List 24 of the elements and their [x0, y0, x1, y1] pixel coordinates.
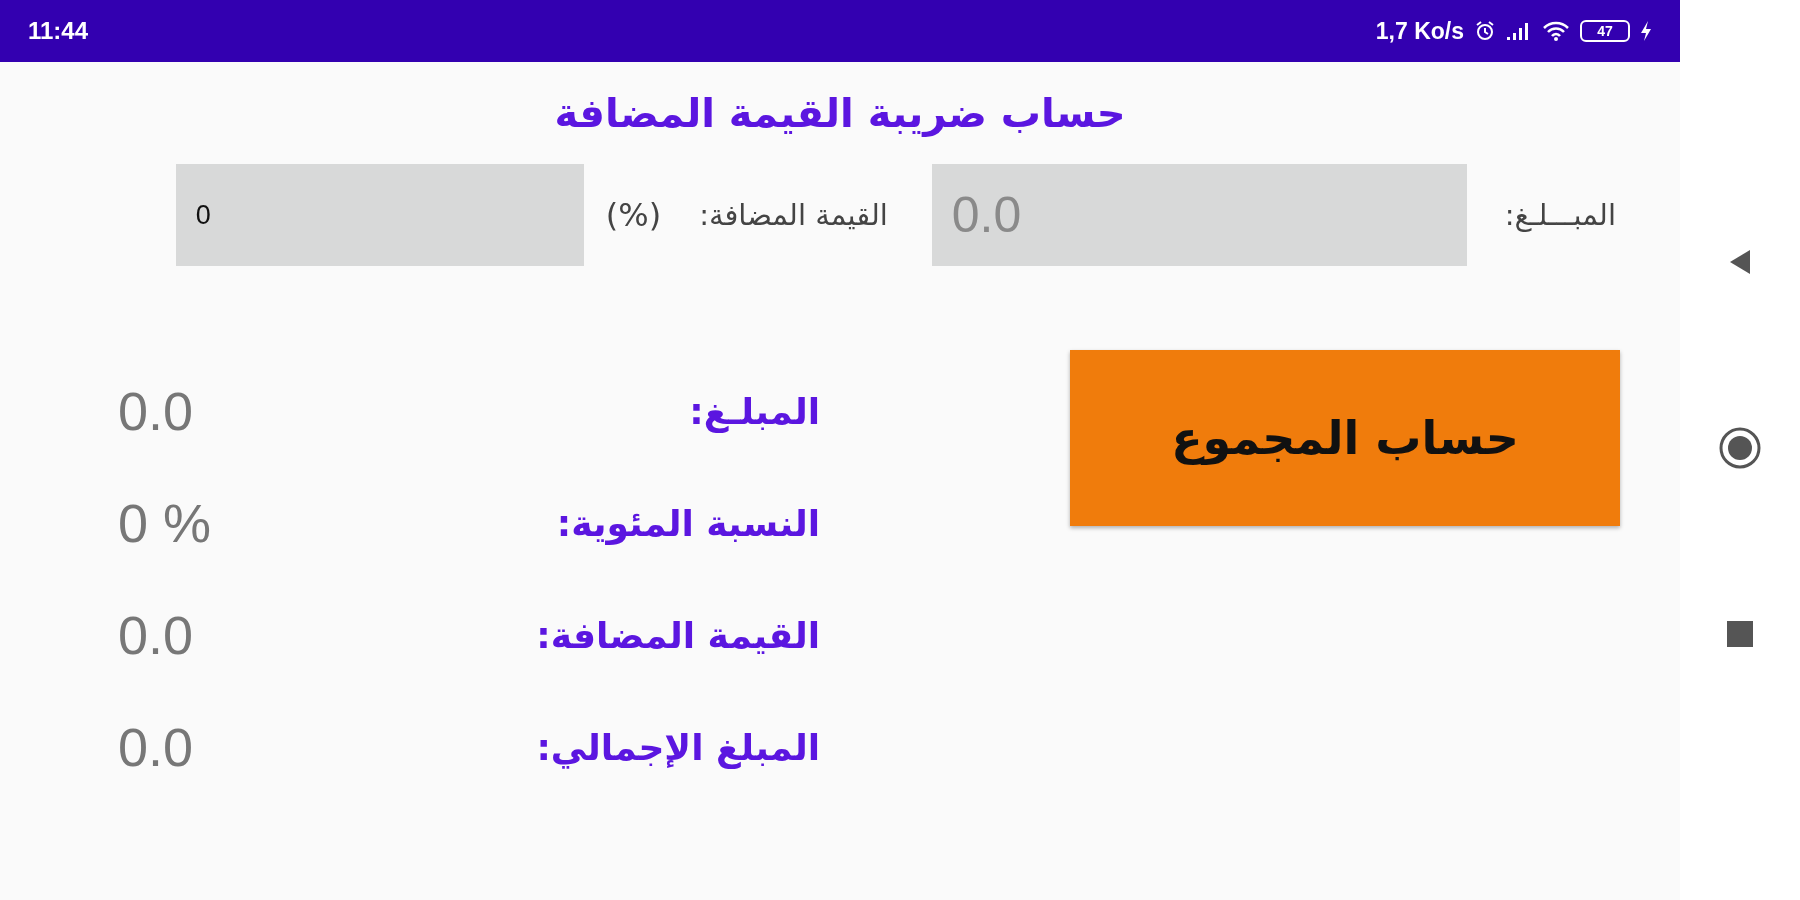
- home-icon[interactable]: [1718, 426, 1762, 470]
- field-label: القيمة المضافة:: [699, 198, 888, 232]
- result-value: 0 %: [118, 492, 212, 554]
- result-value: 0.0: [118, 604, 194, 666]
- field-label: المبـــلـغ:: [1504, 198, 1616, 232]
- result-value: 0.0: [118, 380, 194, 442]
- clock-time: 11:44: [28, 17, 89, 45]
- result-label: المبلـغ:: [689, 390, 820, 432]
- alarm-icon: [1474, 20, 1496, 42]
- network-speed: 1,7 Ko/s: [1375, 17, 1464, 45]
- wifi-icon: [1542, 20, 1570, 42]
- battery-level: 47: [1597, 23, 1613, 39]
- input-field[interactable]: 0: [175, 164, 584, 266]
- app-title: حساب ضريبة القيمة المضافة: [553, 90, 1127, 136]
- recents-icon[interactable]: [1726, 620, 1754, 648]
- result-label: المبلغ الإجمالي:: [536, 726, 820, 768]
- unit-label: (%): [605, 196, 662, 234]
- calculate-button[interactable]: حساب المجموع: [1070, 350, 1620, 526]
- result-label: النسبة المئوية:: [556, 502, 820, 544]
- result-value: 0.0: [118, 716, 194, 778]
- charging-icon: [1640, 20, 1652, 42]
- result-label: القيمة المضافة:: [536, 614, 820, 656]
- back-icon[interactable]: [1728, 248, 1752, 276]
- input-field[interactable]: 0.0: [931, 164, 1467, 266]
